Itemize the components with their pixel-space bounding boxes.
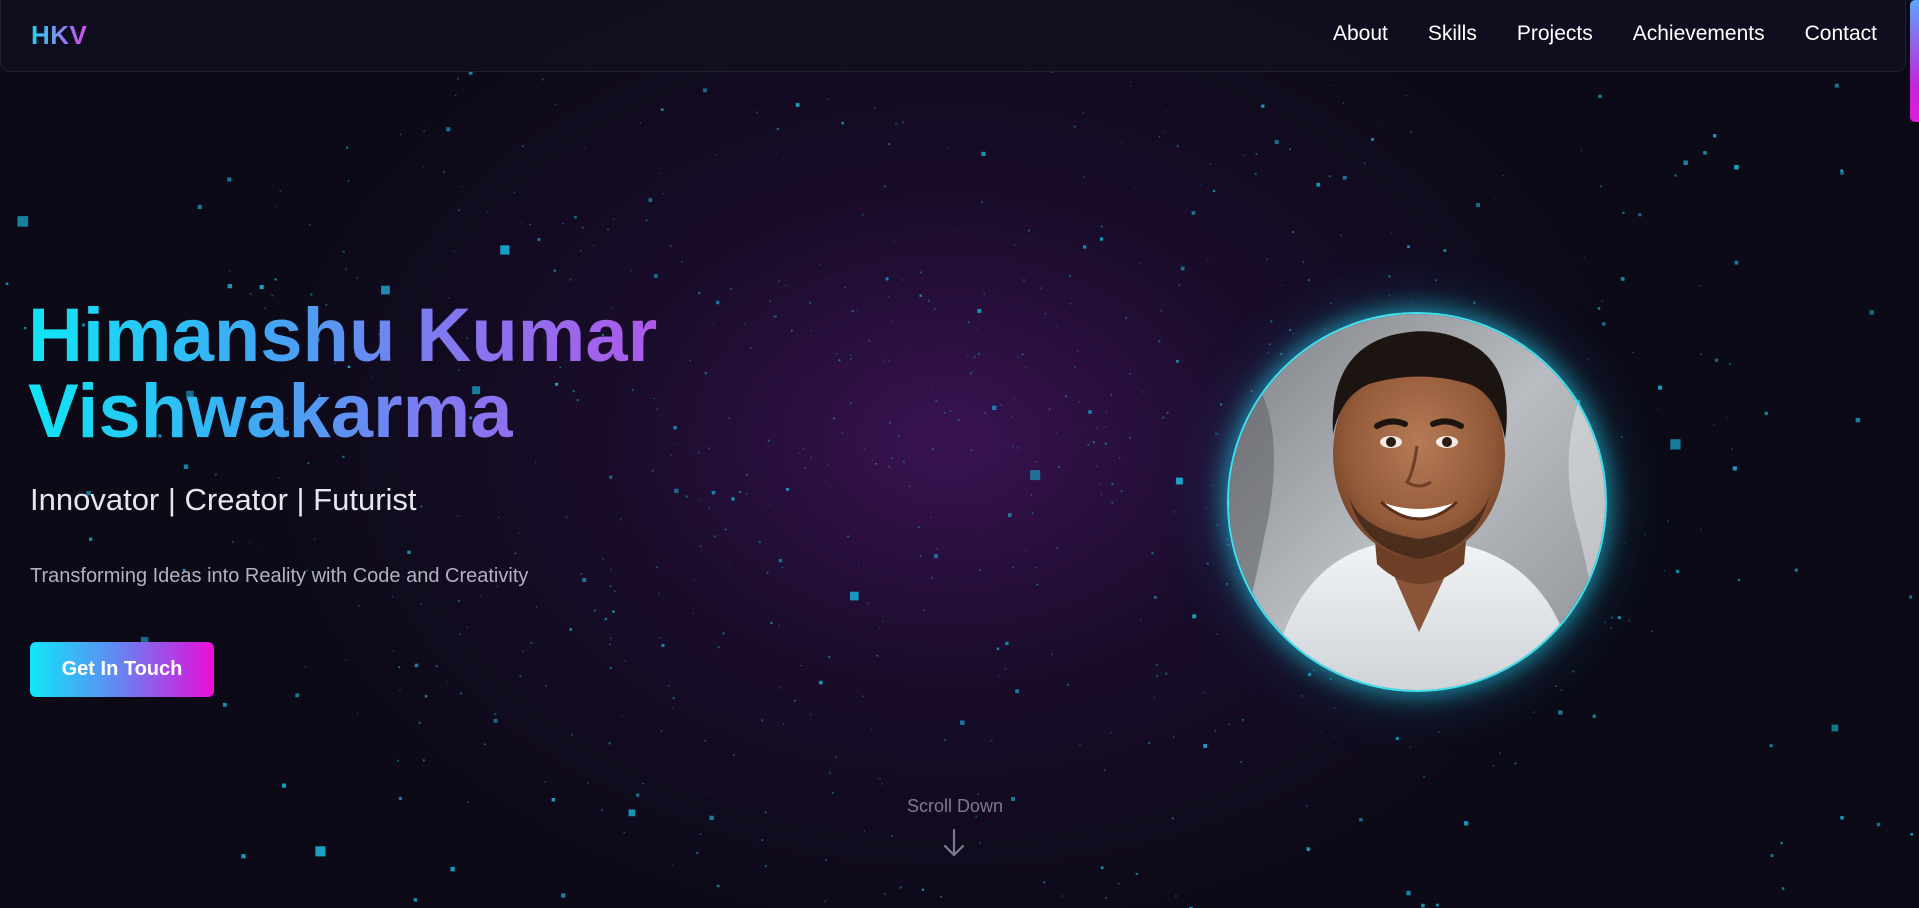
- nav-link-contact[interactable]: Contact: [1805, 22, 1877, 46]
- nav-link-skills[interactable]: Skills: [1428, 22, 1477, 46]
- profile-photo: [1227, 312, 1607, 692]
- scroll-down-label[interactable]: Scroll Down: [905, 796, 1005, 817]
- get-in-touch-button[interactable]: Get In Touch: [30, 642, 214, 697]
- hero-name: Himanshu Kumar Vishwakarma: [28, 298, 748, 450]
- nav-link-projects[interactable]: Projects: [1517, 22, 1593, 46]
- hero-subtitle: Transforming Ideas into Reality with Cod…: [30, 565, 529, 587]
- scroll-progress-indicator: [1910, 0, 1919, 122]
- arrow-down-icon[interactable]: [942, 828, 966, 858]
- profile-photo-illustration: [1229, 314, 1605, 690]
- hero-tagline: Innovator | Creator | Futurist: [30, 482, 417, 517]
- navbar: HKV About Skills Projects Achievements C…: [0, 0, 1906, 72]
- page: HKV About Skills Projects Achievements C…: [0, 0, 1919, 908]
- hero-name-line1: Himanshu Kumar: [28, 298, 688, 374]
- nav-link-about[interactable]: About: [1333, 22, 1388, 46]
- logo[interactable]: HKV: [31, 20, 87, 51]
- nav-links: About Skills Projects Achievements Conta…: [1333, 22, 1877, 46]
- hero-name-line2: Vishwakarma: [28, 374, 688, 450]
- particle-background: [5, 3, 1914, 908]
- nav-link-achievements[interactable]: Achievements: [1633, 22, 1765, 46]
